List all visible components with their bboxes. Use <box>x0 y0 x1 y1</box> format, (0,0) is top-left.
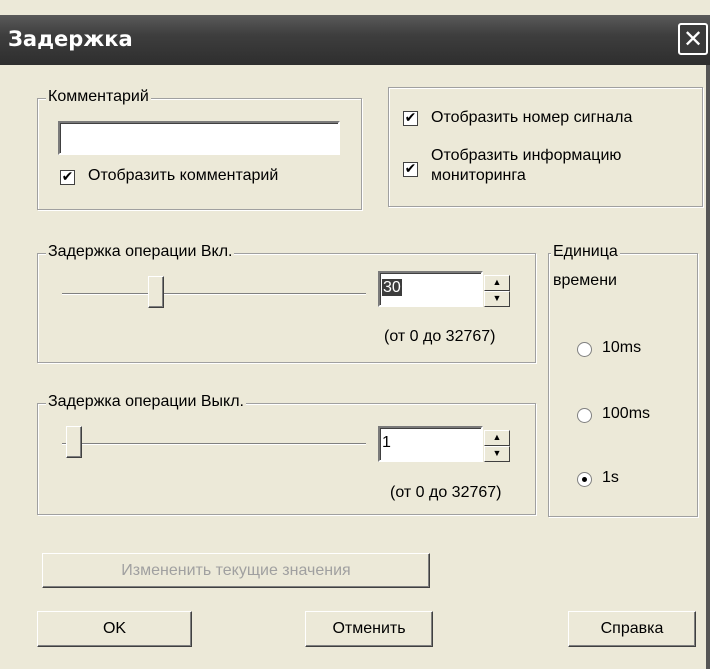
comment-input[interactable] <box>58 121 340 155</box>
delay-dialog: Задержка ✕ Комментарий ✔ Отобразить комм… <box>0 0 710 669</box>
show-monitoring-checkbox[interactable]: ✔ <box>403 162 418 177</box>
delay-on-spinner[interactable]: ▲ ▼ <box>484 275 510 307</box>
check-icon: ✔ <box>404 161 417 177</box>
radio-1s-label: 1s <box>602 469 619 486</box>
time-unit-group: Единица времени 10ms 100ms 1s <box>548 243 698 517</box>
delay-off-slider-thumb[interactable] <box>66 426 82 458</box>
comment-legend: Комментарий <box>46 88 151 106</box>
display-options-group: ✔ Отобразить номер сигнала ✔ Отобразить … <box>388 87 703 207</box>
window-title: Задержка <box>8 27 133 51</box>
spin-up-icon: ▲ <box>492 277 502 287</box>
radio-1s[interactable] <box>577 472 592 487</box>
ok-button[interactable]: OK <box>37 611 192 647</box>
spin-up-icon: ▲ <box>492 432 502 442</box>
check-icon: ✔ <box>61 169 74 185</box>
close-button[interactable]: ✕ <box>678 23 708 55</box>
show-monitoring-label-line1: Отобразить информацию <box>431 147 622 164</box>
time-unit-legend-line2: времени <box>553 272 617 289</box>
time-unit-legend-line1: Единица <box>551 243 620 261</box>
delay-off-slider-track[interactable] <box>62 443 366 445</box>
delay-off-legend: Задержка операции Выкл. <box>46 393 246 411</box>
spin-down-button[interactable]: ▼ <box>484 291 510 307</box>
show-monitoring-label-line2: мониторинга <box>431 167 526 184</box>
radio-selected-dot <box>582 477 587 482</box>
show-signal-checkbox[interactable]: ✔ <box>403 111 418 126</box>
delay-on-range: (от 0 до 32767) <box>384 328 496 345</box>
spin-down-button[interactable]: ▼ <box>484 446 510 462</box>
radio-100ms-label: 100ms <box>602 405 651 422</box>
show-signal-label: Отобразить номер сигнала <box>431 109 633 126</box>
spin-up-button[interactable]: ▲ <box>484 275 510 291</box>
delay-off-range: (от 0 до 32767) <box>390 484 502 501</box>
dialog-body: Комментарий ✔ Отобразить комментарий ✔ О… <box>0 65 710 669</box>
delay-on-input[interactable]: 30 <box>378 271 483 307</box>
radio-100ms[interactable] <box>577 408 592 423</box>
spin-down-icon: ▼ <box>492 293 502 303</box>
help-button[interactable]: Справка <box>568 611 696 647</box>
apply-current-values-button[interactable]: Измененить текущие значения <box>42 553 430 588</box>
radio-10ms-label: 10ms <box>602 339 642 356</box>
delay-on-slider-track[interactable] <box>62 293 366 295</box>
delay-off-group: Задержка операции Выкл. 1 ▲ ▼ (от 0 до 3… <box>37 393 536 515</box>
title-bar[interactable]: Задержка ✕ <box>0 15 710 65</box>
show-comment-label: Отобразить комментарий <box>88 167 279 184</box>
delay-off-spinner[interactable]: ▲ ▼ <box>484 430 510 462</box>
spin-up-button[interactable]: ▲ <box>484 430 510 446</box>
window-border <box>706 65 710 669</box>
delay-on-legend: Задержка операции Вкл. <box>46 243 235 261</box>
delay-on-slider-thumb[interactable] <box>148 276 164 308</box>
spin-down-icon: ▼ <box>492 448 502 458</box>
cancel-button[interactable]: Отменить <box>305 611 433 647</box>
delay-on-group: Задержка операции Вкл. 30 ▲ ▼ (от 0 до 3… <box>37 243 536 363</box>
comment-group: Комментарий ✔ Отобразить комментарий <box>37 88 362 210</box>
delay-on-value: 30 <box>382 279 402 296</box>
check-icon: ✔ <box>404 110 417 126</box>
delay-off-input[interactable]: 1 <box>378 426 483 462</box>
delay-off-value: 1 <box>382 434 391 451</box>
close-icon: ✕ <box>682 25 704 53</box>
radio-10ms[interactable] <box>577 342 592 357</box>
show-comment-checkbox[interactable]: ✔ <box>60 170 75 185</box>
